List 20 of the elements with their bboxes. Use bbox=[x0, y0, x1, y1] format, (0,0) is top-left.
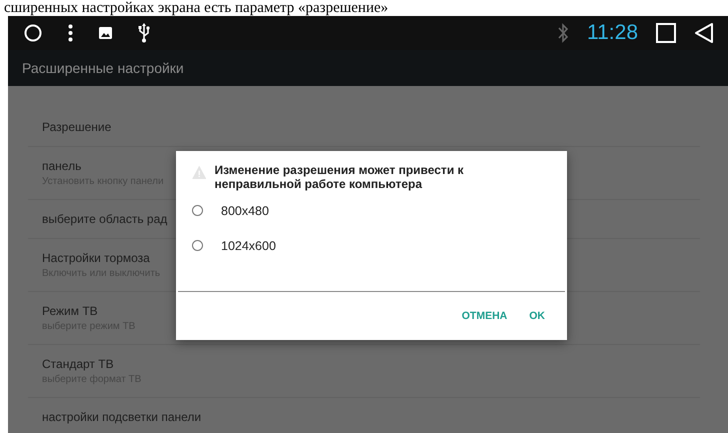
radio-button[interactable] bbox=[192, 205, 203, 216]
recent-apps-square-icon[interactable] bbox=[656, 23, 676, 43]
warning-icon bbox=[192, 163, 206, 182]
bluetooth-icon bbox=[557, 23, 569, 43]
usb-icon bbox=[138, 23, 150, 43]
warning-message: Изменение разрешения может привести к неправильной работе компьютера bbox=[214, 163, 465, 191]
resolution-option[interactable]: 1024x600 bbox=[192, 228, 276, 263]
screen-title: Расширенные настройки bbox=[22, 60, 184, 76]
back-triangle-icon[interactable] bbox=[694, 22, 714, 44]
radio-button[interactable] bbox=[192, 240, 203, 251]
menu-icon[interactable] bbox=[68, 24, 73, 42]
cancel-button[interactable]: ОТМЕНА bbox=[454, 306, 516, 326]
clock-time: 11:28 bbox=[587, 21, 638, 45]
settings-item[interactable]: Разрешение bbox=[28, 108, 700, 147]
image-icon bbox=[99, 27, 112, 39]
settings-item[interactable]: настройки подсветки панели bbox=[28, 398, 700, 433]
home-circle-icon[interactable] bbox=[24, 24, 42, 42]
resolution-option[interactable]: 800x480 bbox=[192, 193, 269, 228]
ok-button[interactable]: OK bbox=[521, 306, 553, 326]
caption-text: сширенных настройках экрана есть параметр «разрешение» bbox=[4, 0, 388, 16]
